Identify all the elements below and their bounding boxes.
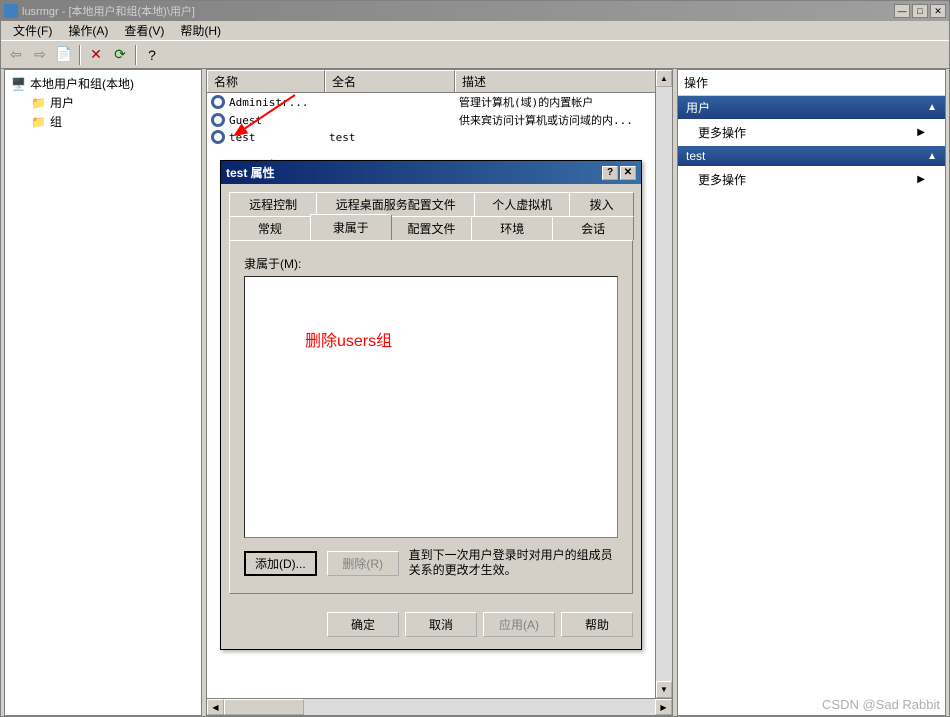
folder-icon: 📁 (31, 96, 46, 110)
tab-content: 隶属于(M): 删除users组 添加(D)... 删除(R) 直到下一次用户登… (229, 240, 633, 594)
actions-panel: 操作 用户 ▲ 更多操作 ▶ test ▲ 更多操作 ▶ (677, 69, 946, 716)
folder-icon: 📁 (31, 115, 46, 129)
scroll-up-button[interactable]: ▲ (656, 70, 672, 87)
arrow-right-icon: ▶ (917, 174, 925, 185)
tree-panel: 🖥️ 本地用户和组(本地) 📁 用户 📁 组 (4, 69, 202, 716)
properties-dialog: test 属性 ? ✕ 远程控制 远程桌面服务配置文件 个人虚拟机 拨入 常规 … (220, 160, 642, 650)
maximize-button[interactable]: □ (912, 4, 928, 18)
window-title: lusrmgr - [本地用户和组(本地)\用户] (22, 3, 195, 19)
titlebar: lusrmgr - [本地用户和组(本地)\用户] — □ ✕ (1, 1, 949, 21)
chevron-up-icon: ▲ (927, 102, 937, 113)
menubar: 文件(F) 操作(A) 查看(V) 帮助(H) (1, 21, 949, 41)
up-button[interactable]: 📄 (53, 44, 75, 66)
watermark: CSDN @Sad Rabbit (822, 697, 940, 712)
scroll-down-button[interactable]: ▼ (656, 681, 672, 698)
minimize-button[interactable]: — (894, 4, 910, 18)
scroll-right-button[interactable]: ▶ (655, 699, 672, 715)
actions-header: 操作 (678, 70, 945, 96)
forward-button[interactable]: ⇨ (29, 44, 51, 66)
annotation-text: 删除users组 (305, 327, 392, 351)
app-icon (4, 4, 18, 18)
help-button[interactable]: 帮助 (561, 612, 633, 637)
refresh-button[interactable]: ⟳ (109, 44, 131, 66)
actions-section-test[interactable]: test ▲ (678, 146, 945, 166)
dialog-help-button[interactable]: ? (602, 166, 618, 180)
col-desc[interactable]: 描述 (455, 70, 672, 92)
scroll-left-button[interactable]: ◀ (207, 699, 224, 715)
col-fullname[interactable]: 全名 (325, 70, 455, 92)
menu-view[interactable]: 查看(V) (116, 20, 172, 41)
tab-sessions[interactable]: 会话 (552, 216, 634, 240)
tab-memberof[interactable]: 隶属于 (310, 214, 392, 240)
user-icon (211, 95, 225, 109)
computer-icon: 🖥️ (11, 77, 26, 91)
scroll-thumb[interactable] (224, 699, 304, 715)
remove-button[interactable]: 删除(R) (327, 551, 399, 576)
actions-more-users[interactable]: 更多操作 ▶ (678, 119, 945, 146)
user-icon (211, 130, 225, 144)
user-icon (211, 113, 225, 127)
menu-help[interactable]: 帮助(H) (172, 20, 229, 41)
close-button[interactable]: ✕ (930, 4, 946, 18)
tab-general[interactable]: 常规 (229, 216, 311, 240)
help-button[interactable]: ? (141, 44, 163, 66)
tab-dialin[interactable]: 拨入 (569, 192, 634, 216)
menu-action[interactable]: 操作(A) (60, 20, 116, 41)
back-button[interactable]: ⇦ (5, 44, 27, 66)
tab-environment[interactable]: 环境 (471, 216, 553, 240)
tree-root[interactable]: 🖥️ 本地用户和组(本地) (9, 74, 197, 93)
arrow-right-icon: ▶ (917, 127, 925, 138)
cancel-button[interactable]: 取消 (405, 612, 477, 637)
chevron-up-icon: ▲ (927, 151, 937, 162)
menu-file[interactable]: 文件(F) (5, 20, 60, 41)
list-row[interactable]: Administr... 管理计算机(域)的内置帐户 (207, 93, 672, 111)
actions-section-users[interactable]: 用户 ▲ (678, 96, 945, 119)
apply-button[interactable]: 应用(A) (483, 612, 555, 637)
delete-button[interactable]: ✕ (85, 44, 107, 66)
member-of-label: 隶属于(M): (244, 255, 618, 272)
actions-more-test[interactable]: 更多操作 ▶ (678, 166, 945, 193)
tab-rds-profile[interactable]: 远程桌面服务配置文件 (316, 192, 475, 216)
list-row[interactable]: Guest 供来宾访问计算机或访问域的内... (207, 111, 672, 129)
note-text: 直到下一次用户登录时对用户的组成员关系的更改才生效。 (409, 548, 618, 579)
add-button[interactable]: 添加(D)... (244, 551, 317, 576)
tab-profile[interactable]: 配置文件 (391, 216, 473, 240)
tab-remote-control[interactable]: 远程控制 (229, 192, 317, 216)
dialog-titlebar: test 属性 ? ✕ (221, 161, 641, 184)
ok-button[interactable]: 确定 (327, 612, 399, 637)
member-list[interactable]: 删除users组 (244, 276, 618, 538)
tree-users[interactable]: 📁 用户 (29, 93, 197, 112)
list-header: 名称 全名 描述 (207, 70, 672, 93)
dialog-close-button[interactable]: ✕ (620, 166, 636, 180)
tree-groups[interactable]: 📁 组 (29, 112, 197, 131)
tab-personal-vm[interactable]: 个人虚拟机 (474, 192, 570, 216)
toolbar: ⇦ ⇨ 📄 ✕ ⟳ ? (1, 41, 949, 69)
list-row[interactable]: test test (207, 129, 672, 145)
col-name[interactable]: 名称 (207, 70, 325, 92)
